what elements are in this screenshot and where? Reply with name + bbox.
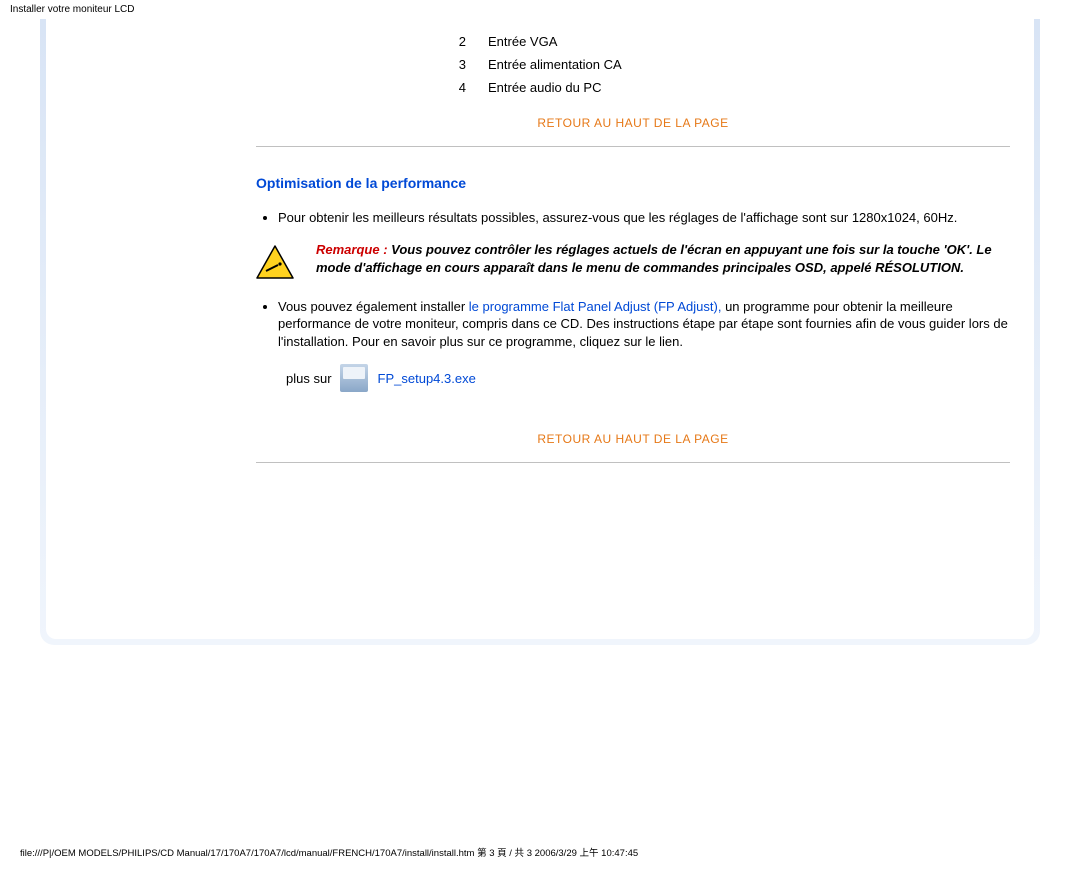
section-divider: [256, 146, 1010, 147]
back-to-top-link[interactable]: RETOUR AU HAUT DE LA PAGE: [256, 116, 1010, 130]
outer-frame: 2 Entrée VGA 3 Entrée alimentation CA 4 …: [40, 19, 1040, 645]
row-number: 3: [426, 54, 476, 75]
list-item: Vous pouvez également installer le progr…: [278, 298, 1010, 351]
note-text: Remarque : Vous pouvez contrôler les rég…: [316, 241, 1010, 277]
note-body: Vous pouvez contrôler les réglages actue…: [316, 242, 992, 275]
row-label: Entrée alimentation CA: [478, 54, 632, 75]
row-label: Entrée audio du PC: [478, 77, 632, 98]
bullet-list: Pour obtenir les meilleurs résultats pos…: [278, 209, 1010, 227]
note-label: Remarque :: [316, 242, 391, 257]
fp-adjust-link[interactable]: le programme Flat Panel Adjust (FP Adjus…: [469, 299, 722, 314]
download-row: plus sur FP_setup4.3.exe: [286, 364, 1010, 392]
page-title: Installer votre moniteur LCD: [0, 0, 1080, 19]
connector-table: 2 Entrée VGA 3 Entrée alimentation CA 4 …: [424, 29, 634, 100]
bullet-list: Vous pouvez également installer le progr…: [278, 298, 1010, 351]
warning-icon: [256, 245, 294, 282]
list-item: Pour obtenir les meilleurs résultats pos…: [278, 209, 1010, 227]
file-download-link[interactable]: FP_setup4.3.exe: [378, 371, 476, 386]
plus-label: plus sur: [286, 371, 332, 386]
section-divider: [256, 462, 1010, 463]
row-label: Entrée VGA: [478, 31, 632, 52]
table-row: 3 Entrée alimentation CA: [426, 54, 632, 75]
content-area: 2 Entrée VGA 3 Entrée alimentation CA 4 …: [46, 19, 1034, 639]
bullet2-pre: Vous pouvez également installer: [278, 299, 469, 314]
table-row: 2 Entrée VGA: [426, 31, 632, 52]
section-heading: Optimisation de la performance: [256, 175, 1010, 191]
note-block: Remarque : Vous pouvez contrôler les rég…: [256, 241, 1010, 282]
row-number: 4: [426, 77, 476, 98]
row-number: 2: [426, 31, 476, 52]
table-row: 4 Entrée audio du PC: [426, 77, 632, 98]
file-icon[interactable]: [340, 364, 368, 392]
footer-path: file:///P|/OEM MODELS/PHILIPS/CD Manual/…: [0, 645, 1080, 869]
back-to-top-link[interactable]: RETOUR AU HAUT DE LA PAGE: [256, 432, 1010, 446]
